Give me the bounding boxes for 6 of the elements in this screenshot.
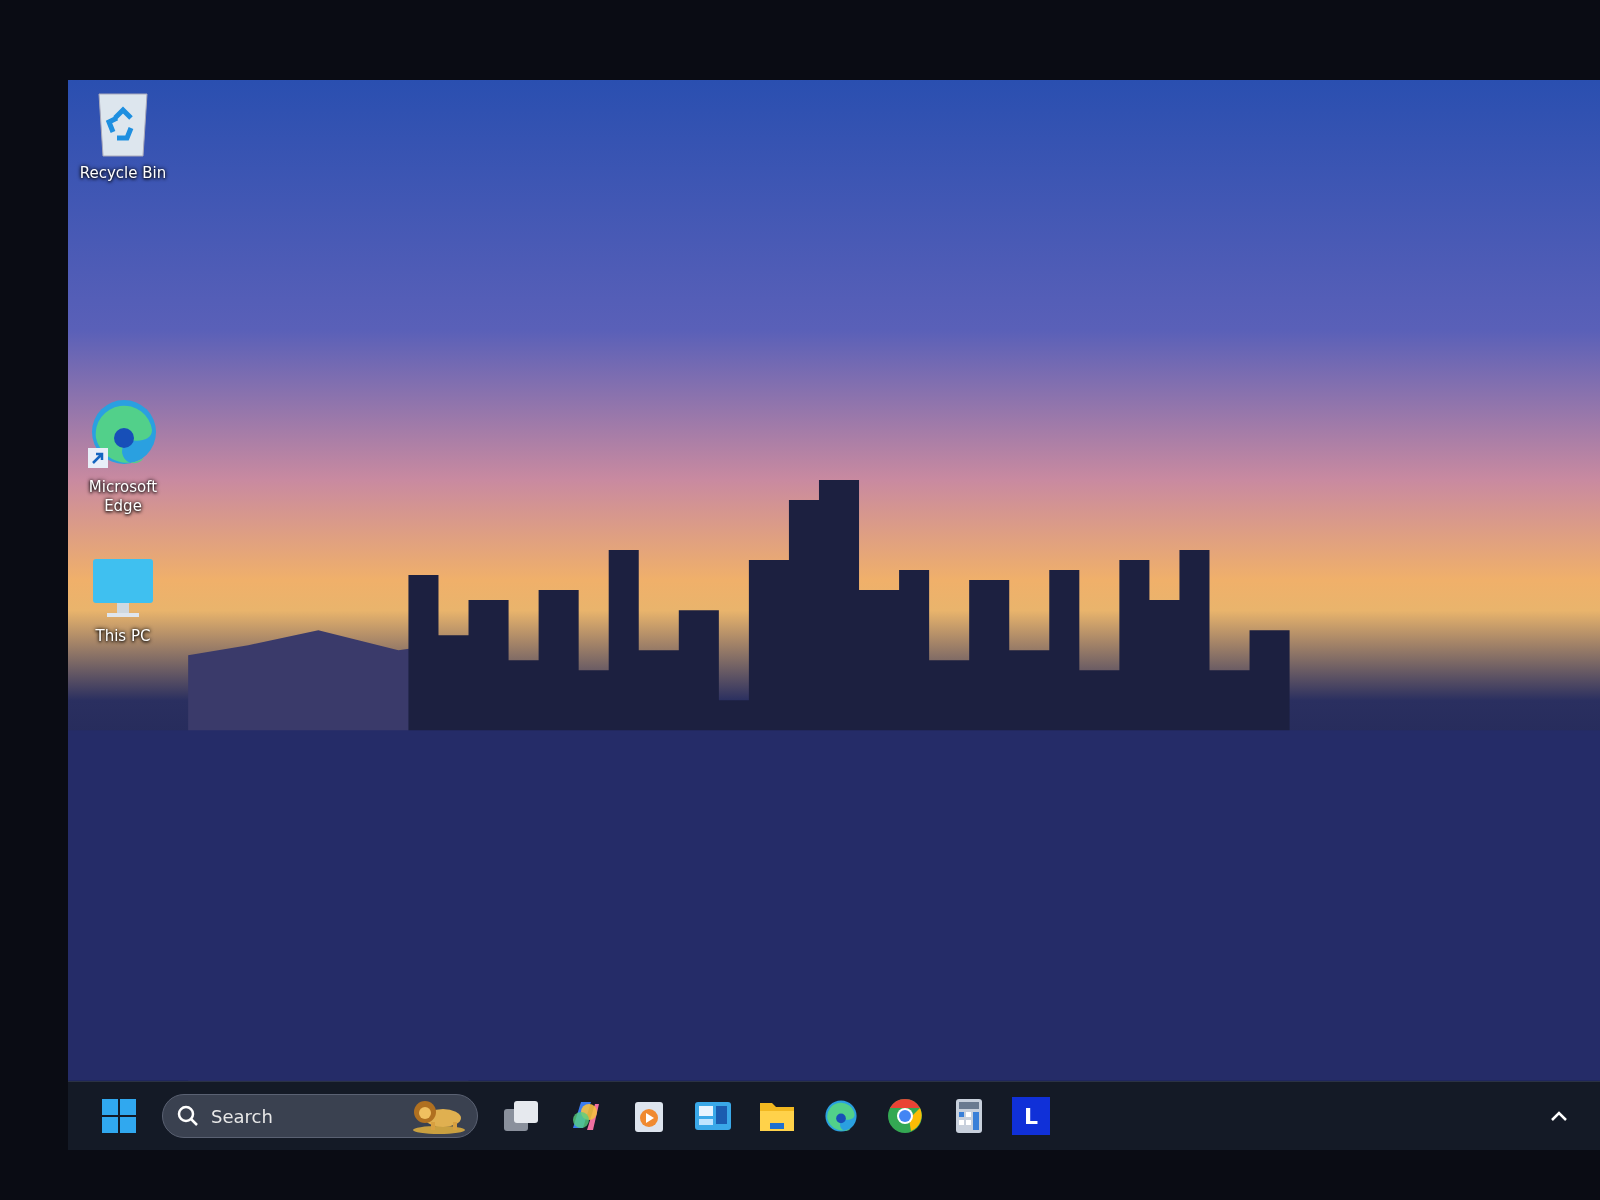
desktop-icon-label[interactable]: Recycle Bin <box>78 164 168 184</box>
app-button[interactable]: L <box>1012 1097 1050 1135</box>
search-field[interactable]: Search <box>162 1094 478 1138</box>
search-input[interactable]: Search <box>209 1104 399 1128</box>
search-icon <box>177 1105 199 1127</box>
recycle-bin-icon <box>95 92 151 158</box>
